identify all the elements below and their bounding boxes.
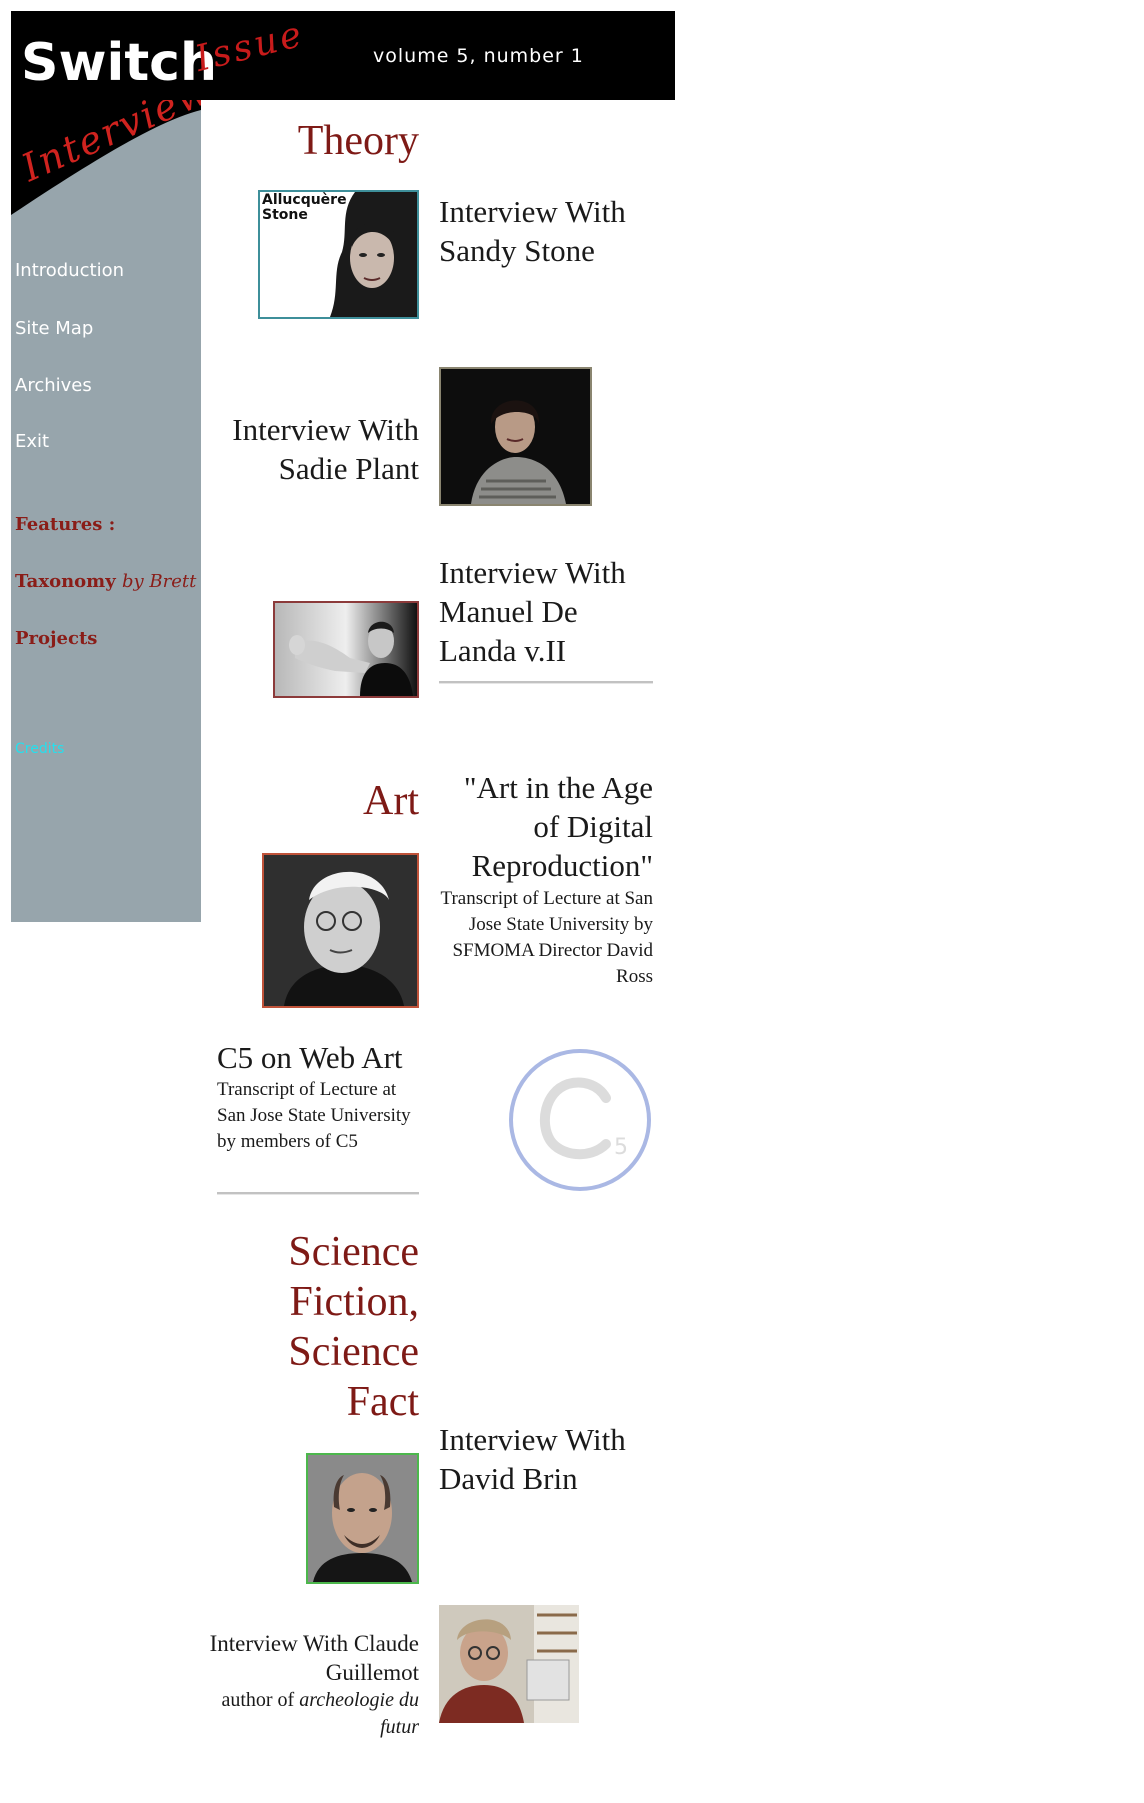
claude-guillemot-author: author of archeologie du futur xyxy=(200,1687,419,1741)
manuel-de-landa-photo[interactable] xyxy=(273,601,419,698)
art-digital-reproduction-link[interactable]: "Art in the Age of Digital Reproduction" xyxy=(439,768,653,885)
claude-guillemot-link[interactable]: Interview With Claude Guillemot xyxy=(200,1629,419,1687)
switch-logo[interactable]: Switch xyxy=(21,33,217,93)
c5-web-art-link[interactable]: C5 on Web Art xyxy=(217,1038,419,1077)
scifi-heading: Science Fiction, Science Fact xyxy=(230,1227,419,1427)
c5-description: Transcript of Lecture at San Jose State … xyxy=(217,1079,411,1152)
sidebar-item-exit[interactable]: Exit xyxy=(15,431,49,452)
book-title: archeologie du futur xyxy=(299,1689,419,1738)
volume-label: volume 5, number 1 xyxy=(373,45,584,67)
theory-heading: Theory xyxy=(297,118,419,164)
c5-logo[interactable]: 5 xyxy=(506,1046,654,1194)
features-label: Features : xyxy=(15,514,116,535)
taxonomy-label: Taxonomy xyxy=(15,571,116,592)
david-ross-portrait xyxy=(264,855,417,1006)
sidebar-item-taxonomy[interactable]: Taxonomy by Brett xyxy=(15,571,196,592)
david-brin-link[interactable]: Interview With David Brin xyxy=(439,1420,653,1498)
author-prefix: author of xyxy=(221,1689,295,1711)
sandy-stone-photo[interactable]: Allucquère Stone xyxy=(258,190,419,319)
sidebar-item-site-map[interactable]: Site Map xyxy=(15,318,93,339)
sidebar-item-credits[interactable]: Credits xyxy=(15,741,64,757)
sadie-plant-photo[interactable] xyxy=(439,367,592,506)
header-banner: Switch Issue volume 5, number 1 xyxy=(11,11,675,100)
stone-photo-caption: Allucquère Stone xyxy=(262,192,347,223)
sandy-stone-link[interactable]: Interview With Sandy Stone xyxy=(439,192,659,270)
david-ross-photo[interactable] xyxy=(262,853,419,1008)
c5-logo-graphic: 5 xyxy=(509,1049,651,1191)
scifi-heading-line-3: Science xyxy=(288,1329,419,1375)
scifi-heading-line-2: Fiction, xyxy=(289,1279,419,1325)
issue-script-label: Issue xyxy=(191,13,309,81)
manuel-de-landa-portrait xyxy=(275,603,417,696)
art-heading: Art xyxy=(363,778,419,824)
taxonomy-by-label: by Brett xyxy=(121,571,197,592)
sidebar-item-introduction[interactable]: Introduction xyxy=(15,260,124,281)
scifi-heading-line-1: Science xyxy=(288,1229,419,1275)
c5-logo-five: 5 xyxy=(614,1135,628,1160)
art-ross-description: Transcript of Lecture at San Jose State … xyxy=(440,888,653,987)
claude-guillemot-entry: Interview With Claude Guillemot author o… xyxy=(200,1629,419,1741)
david-brin-portrait xyxy=(308,1455,417,1582)
art-divider xyxy=(217,1192,419,1195)
sidebar: Interview Introduction Site Map Archives… xyxy=(11,100,201,922)
scifi-heading-line-4: Fact xyxy=(346,1379,419,1425)
claude-guillemot-portrait xyxy=(439,1605,579,1723)
sadie-plant-link[interactable]: Interview With Sadie Plant xyxy=(211,410,419,488)
sidebar-item-archives[interactable]: Archives xyxy=(15,375,92,396)
claude-guillemot-photo[interactable] xyxy=(439,1605,579,1723)
theory-divider xyxy=(439,681,653,684)
manuel-de-landa-link[interactable]: Interview With Manuel De Landa v.II xyxy=(439,553,659,670)
david-brin-photo[interactable] xyxy=(306,1453,419,1584)
sadie-plant-portrait xyxy=(441,369,590,504)
sidebar-item-projects[interactable]: Projects xyxy=(15,628,97,649)
